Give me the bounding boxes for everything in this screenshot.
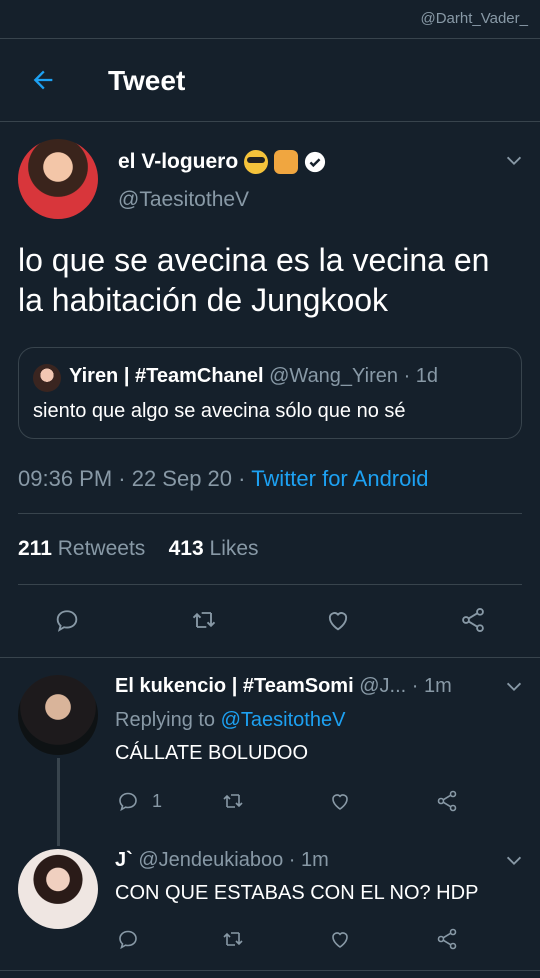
- reply-icon: [56, 610, 78, 632]
- reply-time: · 1m: [411, 675, 452, 697]
- quote-header: Yiren | #TeamChanel @Wang_Yiren · 1d: [69, 365, 438, 388]
- divider: [18, 584, 522, 585]
- like-icon: [328, 612, 348, 631]
- reply-count: 1: [152, 790, 163, 811]
- tweet-stats: 211 Retweets 413 Likes: [18, 537, 259, 561]
- quoted-tweet[interactable]: Yiren | #TeamChanel @Wang_Yiren · 1d sie…: [18, 347, 522, 439]
- like-icon: [332, 794, 348, 810]
- quote-avatar: [33, 364, 61, 392]
- author-name: el V-loguero: [118, 150, 239, 173]
- likes-label: Likes: [209, 537, 259, 560]
- like-button[interactable]: [328, 927, 352, 951]
- watermark: @Darht_Vader_: [420, 10, 528, 27]
- retweet-icon: [223, 932, 243, 946]
- share-icon: [437, 928, 457, 950]
- author-handle[interactable]: @TaesitotheV: [118, 188, 249, 212]
- verified-icon: [305, 151, 326, 173]
- share-button[interactable]: [435, 789, 459, 813]
- cool-face-emoji-icon: [244, 150, 269, 174]
- thread-line: [57, 758, 60, 846]
- reply-header: El kukencio | #TeamSomi @J... · 1m: [115, 675, 452, 698]
- reply-icon: [119, 930, 137, 950]
- quote-text: siento que algo se avecina sólo que no s…: [33, 400, 406, 422]
- retweets-label: Retweets: [57, 537, 146, 560]
- quote-handle: @Wang_Yiren: [269, 365, 399, 387]
- reply-icon: [119, 792, 137, 812]
- back-button[interactable]: [26, 63, 60, 97]
- reply-time: · 1m: [288, 849, 329, 871]
- divider: [18, 513, 522, 514]
- likes-stat[interactable]: 413 Likes: [169, 537, 259, 560]
- replying-to: Replying to @TaesitotheV: [115, 709, 345, 732]
- chevron-down-icon[interactable]: [503, 850, 525, 872]
- reply-avatar[interactable]: [18, 849, 98, 929]
- fist-emoji-icon: [274, 150, 299, 174]
- like-button[interactable]: [328, 789, 352, 813]
- replying-to-handle[interactable]: @TaesitotheV: [221, 709, 346, 731]
- likes-count: 413: [168, 537, 204, 560]
- top-bar: Tweet: [0, 38, 540, 122]
- chevron-down-icon[interactable]: [503, 150, 525, 172]
- retweet-button[interactable]: [220, 789, 246, 813]
- quote-time: · 1d: [403, 365, 439, 387]
- like-button[interactable]: [324, 606, 352, 634]
- quote-name: Yiren | #TeamChanel: [69, 365, 264, 387]
- share-icon: [437, 790, 457, 812]
- reply-button[interactable]: [53, 606, 81, 634]
- tweet-meta: 09:36 PM · 22 Sep 20 · Twitter for Andro…: [18, 466, 429, 492]
- reply-name[interactable]: El kukencio | #TeamSomi: [115, 675, 354, 697]
- share-button[interactable]: [435, 927, 459, 951]
- share-icon: [462, 607, 484, 633]
- replying-prefix: Replying to: [115, 709, 221, 731]
- divider: [0, 657, 540, 658]
- author-avatar[interactable]: [18, 139, 98, 219]
- reply-button[interactable]: 1: [116, 789, 162, 813]
- tweet-time: 09:36 PM · 22 Sep 20 ·: [18, 466, 252, 491]
- back-arrow-icon: [33, 70, 53, 90]
- reply-handle[interactable]: @Jendeukiaboo: [138, 849, 283, 871]
- retweet-icon: [192, 612, 216, 628]
- retweet-button[interactable]: [189, 606, 219, 634]
- reply-header: J` @Jendeukiaboo · 1m: [115, 849, 329, 872]
- retweets-stat[interactable]: 211 Retweets: [18, 537, 145, 560]
- reply-button[interactable]: [116, 927, 140, 951]
- retweets-count: 211: [18, 537, 52, 560]
- reply-avatar[interactable]: [18, 675, 98, 755]
- retweet-icon: [223, 794, 243, 808]
- reply-handle[interactable]: @J...: [359, 675, 406, 697]
- share-button[interactable]: [459, 606, 487, 634]
- chevron-down-icon[interactable]: [503, 676, 525, 698]
- tweet-source[interactable]: Twitter for Android: [251, 466, 428, 491]
- author-name-row[interactable]: el V-loguero: [118, 150, 326, 174]
- tweet-text: lo que se avecina es la vecina en la hab…: [18, 242, 490, 318]
- divider: [0, 970, 540, 971]
- page-title: Tweet: [108, 65, 186, 96]
- reply-name[interactable]: J`: [115, 849, 133, 871]
- retweet-button[interactable]: [220, 927, 246, 951]
- like-icon: [332, 932, 348, 948]
- reply-text: CÁLLATE BOLUDOO: [115, 742, 309, 764]
- reply-text: CON QUE ESTABAS CON EL NO? HDP: [115, 882, 479, 904]
